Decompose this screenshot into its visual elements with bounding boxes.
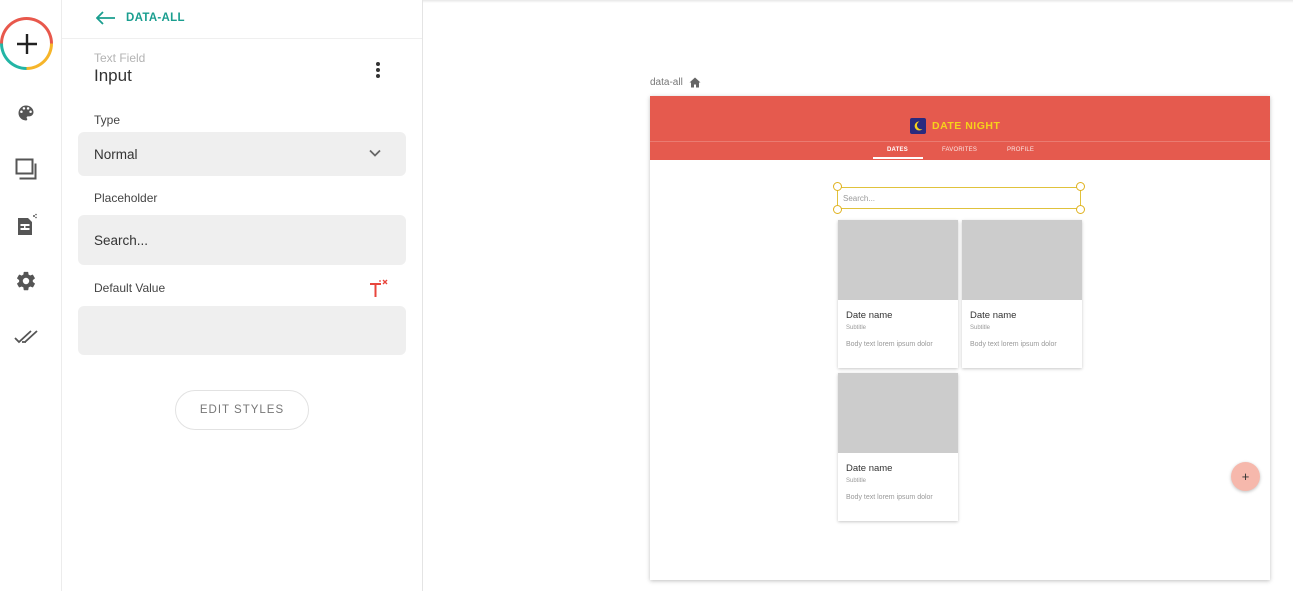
canvas-top-shadow bbox=[423, 0, 1293, 3]
app-title: DATE NIGHT bbox=[932, 120, 1001, 132]
component-name: Input bbox=[94, 66, 132, 85]
screen-label[interactable]: data-all bbox=[650, 77, 701, 88]
resize-handle-tl[interactable] bbox=[833, 182, 842, 191]
tab-dates[interactable]: DATES bbox=[887, 147, 908, 153]
arrow-left-icon bbox=[96, 11, 115, 25]
tab-profile[interactable]: PROFILE bbox=[1007, 147, 1034, 153]
panel-header: DATA-ALL bbox=[62, 0, 422, 39]
card-body: Body text lorem ipsum dolor bbox=[970, 341, 1057, 348]
screen-name: data-all bbox=[650, 77, 683, 88]
card-title: Date name bbox=[846, 310, 893, 321]
app-header: DATE NIGHT DATES FAVORITES PROFILE bbox=[650, 96, 1270, 160]
search-field-selected[interactable] bbox=[833, 182, 1085, 214]
moon-icon bbox=[910, 118, 926, 134]
card-title: Date name bbox=[846, 463, 893, 474]
placeholder-label: Placeholder bbox=[94, 191, 158, 205]
app-add-button[interactable]: + bbox=[1231, 462, 1260, 491]
back-link-label: DATA-ALL bbox=[126, 12, 185, 24]
chevron-down-icon bbox=[369, 149, 381, 157]
double-check-icon bbox=[14, 330, 38, 344]
palette-icon bbox=[18, 105, 34, 121]
card-subtitle: Subtitle bbox=[846, 325, 867, 331]
app-logo: DATE NIGHT bbox=[910, 118, 1000, 134]
theme-button[interactable] bbox=[14, 101, 38, 125]
resize-handle-bl[interactable] bbox=[833, 205, 842, 214]
screens-button[interactable] bbox=[14, 157, 38, 181]
default-value-label: Default Value bbox=[94, 281, 166, 295]
component-type: Text Field bbox=[94, 51, 146, 65]
database-button[interactable] bbox=[14, 213, 38, 237]
add-icon bbox=[16, 33, 37, 54]
database-icon bbox=[18, 213, 37, 235]
card-body: Body text lorem ipsum dolor bbox=[846, 341, 933, 348]
header-divider bbox=[650, 141, 1270, 142]
date-card[interactable]: Date name Subtitle Body text lorem ipsum… bbox=[838, 220, 958, 368]
tab-favorites[interactable]: FAVORITES bbox=[942, 147, 977, 153]
resize-handle-br[interactable] bbox=[1076, 205, 1085, 214]
properties-panel: DATA-ALL Text Field Input Type Normal Pl… bbox=[62, 0, 423, 591]
date-card[interactable]: Date name Subtitle Body text lorem ipsum… bbox=[962, 220, 1082, 368]
default-value-field[interactable] bbox=[78, 306, 406, 355]
more-options-button[interactable] bbox=[366, 58, 390, 82]
placeholder-field[interactable]: Search... bbox=[78, 215, 406, 265]
card-title: Date name bbox=[970, 310, 1017, 321]
placeholder-field-value: Search... bbox=[94, 232, 149, 248]
text-format-icon bbox=[370, 279, 388, 297]
icon-rail bbox=[0, 0, 62, 591]
resize-handle-tr[interactable] bbox=[1076, 182, 1085, 191]
card-image-placeholder bbox=[838, 373, 958, 453]
device-preview: DATE NIGHT DATES FAVORITES PROFILE Date … bbox=[650, 96, 1270, 580]
type-select-value: Normal bbox=[94, 146, 138, 162]
type-label: Type bbox=[94, 113, 121, 127]
edit-styles-button[interactable]: EDIT STYLES bbox=[175, 390, 309, 430]
app-tabs: DATES FAVORITES PROFILE bbox=[650, 147, 1270, 160]
card-body: Body text lorem ipsum dolor bbox=[846, 494, 933, 501]
active-tab-indicator bbox=[873, 157, 923, 159]
add-component-button[interactable] bbox=[0, 17, 53, 70]
kebab-menu-icon bbox=[376, 62, 380, 78]
card-image-placeholder bbox=[962, 220, 1082, 300]
screens-icon bbox=[15, 158, 37, 180]
publish-button[interactable] bbox=[14, 325, 38, 349]
search-input[interactable] bbox=[838, 188, 1080, 209]
back-link[interactable]: DATA-ALL bbox=[96, 11, 185, 25]
settings-button[interactable] bbox=[14, 269, 38, 293]
type-select[interactable]: Normal bbox=[78, 132, 406, 176]
card-subtitle: Subtitle bbox=[846, 478, 867, 484]
home-icon bbox=[689, 77, 701, 88]
gear-icon bbox=[17, 271, 35, 291]
date-card[interactable]: Date name Subtitle Body text lorem ipsum… bbox=[838, 373, 958, 521]
card-image-placeholder bbox=[838, 220, 958, 300]
card-subtitle: Subtitle bbox=[970, 325, 991, 331]
magic-text-button[interactable] bbox=[368, 278, 390, 300]
